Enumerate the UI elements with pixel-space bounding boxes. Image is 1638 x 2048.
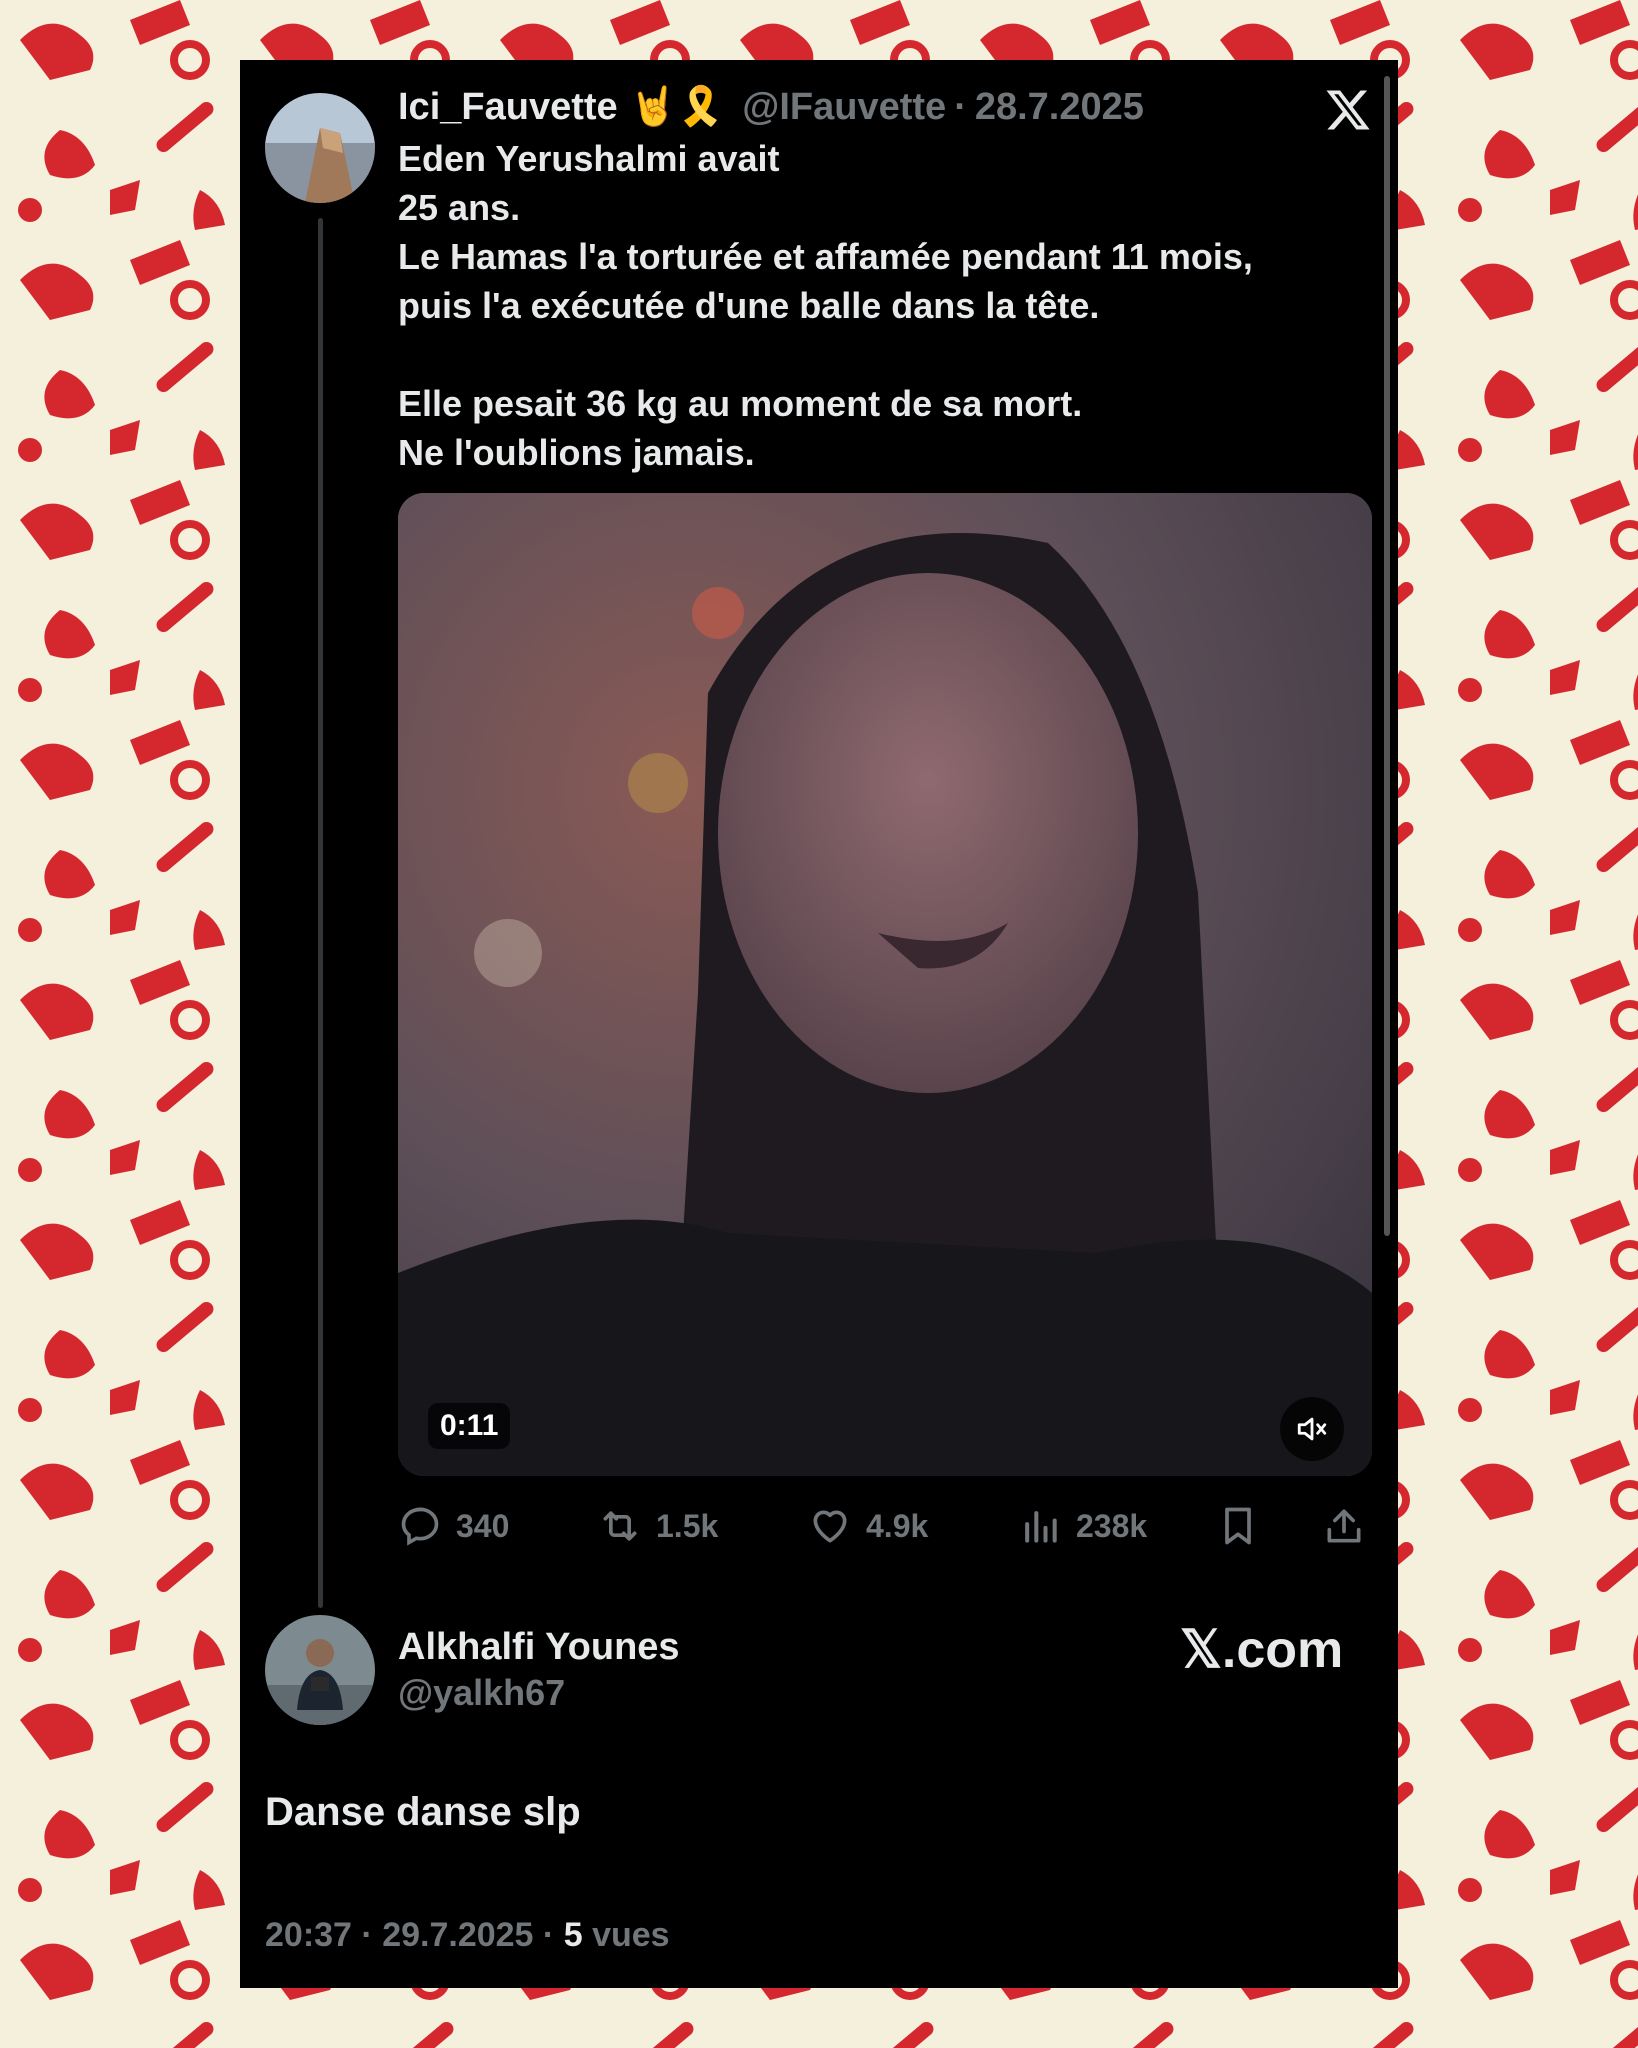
mute-button[interactable] — [1280, 1397, 1344, 1461]
share-button[interactable] — [1322, 1496, 1380, 1556]
author-handle[interactable]: @IFauvette — [742, 86, 946, 129]
reply-author-name[interactable]: Alkhalfi Younes — [398, 1626, 680, 1669]
video-player[interactable]: 0:11 — [398, 493, 1372, 1476]
action-bar: 340 1.5k 4.9k 238k — [398, 1496, 1378, 1556]
tweet-line: Elle pesait 36 kg au moment de sa mort. — [398, 383, 1083, 424]
like-button[interactable]: 4.9k — [808, 1496, 928, 1556]
reply-date[interactable]: 29.7.2025 — [382, 1916, 533, 1954]
bookmark-icon — [1225, 1507, 1251, 1545]
tweet-line: Eden Yerushalmi avait — [398, 138, 780, 179]
share-icon — [1327, 1509, 1361, 1543]
tweet-line: Ne l'oublions jamais. — [398, 432, 755, 473]
tweet-line-gap — [398, 330, 1378, 379]
meta-separator: · — [361, 1916, 373, 1954]
reply-author-handle[interactable]: @yalkh67 — [398, 1672, 565, 1714]
author-emojis: 🤘🎗️ — [629, 86, 725, 128]
tweet-text: Eden Yerushalmi avait 25 ans. Le Hamas l… — [398, 134, 1378, 477]
views-button[interactable]: 238k — [1018, 1496, 1147, 1556]
meta-separator: · — [542, 1916, 555, 1954]
views-icon — [1025, 1511, 1057, 1543]
repost-icon — [603, 1511, 637, 1541]
reply-meta: 20:37 · 29.7.2025 · 5 vues — [265, 1916, 670, 1955]
reply-text: Danse danse slp — [265, 1790, 581, 1834]
repost-count: 1.5k — [656, 1507, 719, 1544]
tweet-line: 25 ans. — [398, 187, 521, 228]
reply-time[interactable]: 20:37 — [265, 1916, 352, 1954]
reply-views-count: 5 — [563, 1916, 583, 1954]
x-logo-icon — [1326, 90, 1370, 130]
reply-icon — [401, 1507, 439, 1546]
author-avatar[interactable] — [265, 93, 375, 203]
reply-button[interactable]: 340 — [398, 1496, 509, 1556]
reply-author-avatar[interactable] — [265, 1615, 375, 1725]
mute-icon — [1297, 1417, 1327, 1441]
author-name[interactable]: Ici_Fauvette — [398, 86, 618, 129]
tweet-card: Ici_Fauvette 🤘🎗️ @IFauvette · 28.7.2025 … — [240, 60, 1398, 1988]
x-com-branding: 𝕏.com — [1180, 1621, 1344, 1679]
bookmark-button[interactable] — [1216, 1496, 1274, 1556]
like-count: 4.9k — [866, 1507, 929, 1544]
scrollbar[interactable] — [1384, 76, 1390, 1236]
tweet-date[interactable]: 28.7.2025 — [975, 86, 1144, 129]
reply-views-label: vues — [592, 1916, 670, 1954]
repost-button[interactable]: 1.5k — [598, 1496, 718, 1556]
header-separator: · — [954, 85, 967, 128]
tweet-line: Le Hamas l'a torturée et affamée pendant… — [398, 236, 1253, 277]
thread-line — [318, 218, 323, 1608]
views-count: 238k — [1076, 1507, 1148, 1544]
tweet-header: Ici_Fauvette 🤘🎗️ @IFauvette · 28.7.2025 — [398, 82, 1144, 132]
tweet-line: puis l'a exécutée d'une balle dans la tê… — [398, 285, 1100, 326]
video-frame — [398, 493, 1372, 1476]
reply-count: 340 — [456, 1507, 510, 1544]
like-icon — [813, 1510, 847, 1543]
video-duration: 0:11 — [428, 1403, 511, 1449]
